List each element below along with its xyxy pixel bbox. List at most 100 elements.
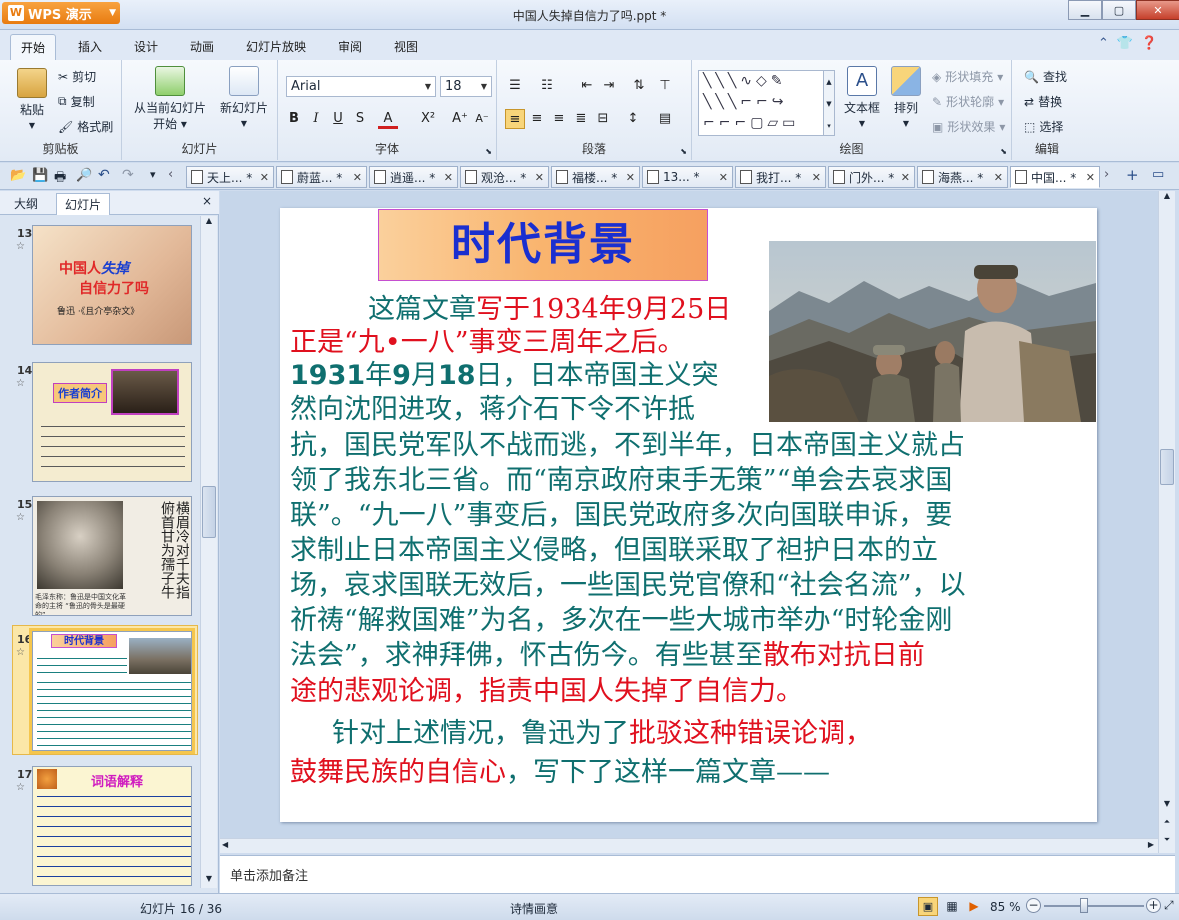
dialog-launcher-icon[interactable]: ⬊ xyxy=(1000,147,1007,156)
textbox-button[interactable]: A 文本框 ▼ xyxy=(842,66,882,132)
slide-thumbnail-selected[interactable]: 时代背景 xyxy=(29,628,195,754)
redo-icon[interactable]: ↷ xyxy=(122,167,134,183)
zoom-slider-track[interactable] xyxy=(1044,905,1144,907)
doc-tab[interactable]: 门外... * ✕ xyxy=(828,166,915,188)
font-size-select[interactable]: 18 ▼ xyxy=(440,76,492,97)
zoom-slider-thumb[interactable] xyxy=(1080,898,1088,913)
tab-view[interactable]: 视图 xyxy=(394,38,418,55)
close-tab-icon[interactable]: ✕ xyxy=(626,171,635,184)
tab-slideshow[interactable]: 幻灯片放映 xyxy=(246,38,306,55)
line-spacing-icon[interactable]: ↕ xyxy=(623,109,643,129)
scroll-up-icon[interactable]: ▲ xyxy=(201,216,217,230)
tab-list-icon[interactable]: ▭ xyxy=(1152,167,1164,182)
close-tab-icon[interactable]: ✕ xyxy=(994,171,1003,184)
shapes-gallery[interactable]: ╲╲╲∿◇✎ ╲╲╲⌐⌐↪ ⌐⌐⌐▢▱▭ xyxy=(698,70,824,136)
shrink-font-button[interactable]: A⁻ xyxy=(472,109,492,129)
customize-toolbar-icon[interactable]: ▾ xyxy=(150,168,156,181)
slide-thumbnail[interactable]: 作者简介 xyxy=(32,362,192,482)
align-text-icon[interactable]: ⊤ xyxy=(655,76,675,96)
fit-window-icon[interactable]: ⤢ xyxy=(1164,898,1174,913)
slide-sorter-icon[interactable]: ▦ xyxy=(942,897,962,916)
align-right-icon[interactable]: ≡ xyxy=(549,109,569,129)
format-painter-button[interactable]: 🖌 格式刷 xyxy=(58,118,113,135)
replace-button[interactable]: ⇄ 替换 xyxy=(1024,93,1062,110)
slide-thumbnail[interactable]: 中国人失掉 自信力了吗 鲁迅 ·《且介亭杂文》 xyxy=(32,225,192,345)
scroll-left-icon[interactable]: ◀ xyxy=(222,840,228,849)
close-tab-icon[interactable]: ✕ xyxy=(1086,171,1095,184)
doc-tab[interactable]: 13... * ✕ xyxy=(642,166,733,188)
doc-tab[interactable]: 海燕... * ✕ xyxy=(917,166,1008,188)
text-direction-icon[interactable]: ⇅ xyxy=(629,76,649,96)
increase-indent-icon[interactable]: ⇥ xyxy=(599,76,619,96)
font-color-button[interactable]: A xyxy=(378,109,398,129)
arrange-button[interactable]: 排列 ▼ xyxy=(888,66,924,132)
close-tab-icon[interactable]: ✕ xyxy=(535,171,544,184)
doc-tab[interactable]: 观沧... * ✕ xyxy=(460,166,549,188)
justify-icon[interactable]: ≣ xyxy=(571,109,591,129)
normal-view-icon[interactable]: ▣ xyxy=(918,897,938,916)
doc-tab[interactable]: 天上... * ✕ xyxy=(186,166,274,188)
collapse-ribbon-icon[interactable]: ⌃ xyxy=(1098,36,1109,51)
tab-outline[interactable]: 大纲 xyxy=(14,195,38,212)
tab-animation[interactable]: 动画 xyxy=(190,38,214,55)
notes-pane[interactable]: 单击添加备注 xyxy=(220,855,1175,893)
close-tab-icon[interactable]: ✕ xyxy=(353,171,362,184)
font-family-select[interactable]: Arial ▼ xyxy=(286,76,436,97)
doc-tab-active[interactable]: 中国... * ✕ xyxy=(1010,166,1100,188)
shape-fill-button[interactable]: ◈ 形状填充 ▾ xyxy=(932,68,1003,85)
bold-button[interactable]: B xyxy=(284,109,304,129)
play-from-current-button[interactable]: 从当前幻灯片 开始 ▾ xyxy=(128,66,212,132)
slideshow-icon[interactable]: ▶ xyxy=(964,897,984,916)
columns-icon[interactable]: ▤ xyxy=(655,109,675,129)
slide-thumbnail[interactable]: 词语解释 xyxy=(32,766,192,886)
print-preview-icon[interactable]: 🔎 xyxy=(76,168,92,183)
close-tab-icon[interactable]: ✕ xyxy=(719,171,728,184)
grow-font-button[interactable]: A⁺ xyxy=(450,109,470,129)
tab-review[interactable]: 审阅 xyxy=(338,38,362,55)
next-slide-icon[interactable]: ⏷ xyxy=(1159,835,1175,849)
scroll-right-icon[interactable]: ▶ xyxy=(1148,840,1154,849)
doc-tab[interactable]: 逍遥... * ✕ xyxy=(369,166,458,188)
shape-effect-button[interactable]: ▣ 形状效果 ▾ xyxy=(932,118,1005,135)
distribute-icon[interactable]: ⊟ xyxy=(593,109,613,129)
scroll-down-icon[interactable]: ▼ xyxy=(1159,799,1175,813)
minimize-button[interactable]: ▁ xyxy=(1068,0,1102,20)
help-icon[interactable]: ❓ xyxy=(1141,36,1157,51)
editor-horizontal-scrollbar[interactable]: ◀ ▶ xyxy=(220,838,1158,853)
align-left-icon[interactable]: ≡ xyxy=(505,109,525,129)
slide-canvas[interactable]: 时代背景 这篇文章写于1934年9月25日 正是“九•一八”事变三周年之后。 1… xyxy=(280,208,1097,822)
underline-button[interactable]: U xyxy=(328,109,348,129)
editor-vertical-scrollbar[interactable]: ▲ ▼ ⏶ ⏷ xyxy=(1158,191,1175,853)
tab-home[interactable]: 开始 xyxy=(10,34,57,61)
tab-insert[interactable]: 插入 xyxy=(78,38,102,55)
scroll-up-icon[interactable]: ▲ xyxy=(1159,191,1175,205)
print-icon[interactable]: 🖶 xyxy=(54,168,66,190)
close-tab-icon[interactable]: ✕ xyxy=(260,171,269,184)
tab-slides[interactable]: 幻灯片 xyxy=(56,193,111,215)
zoom-in-icon[interactable]: + xyxy=(1146,898,1161,913)
doc-tab[interactable]: 我打... * ✕ xyxy=(735,166,826,188)
align-center-icon[interactable]: ≡ xyxy=(527,109,547,129)
open-folder-icon[interactable]: 📂 xyxy=(10,168,26,183)
italic-button[interactable]: I xyxy=(306,109,326,129)
find-button[interactable]: 🔍 查找 xyxy=(1024,68,1067,85)
scroll-down-icon[interactable]: ▼ xyxy=(201,874,217,888)
new-tab-icon[interactable]: + xyxy=(1126,166,1139,184)
doc-tab[interactable]: 蔚蓝... * ✕ xyxy=(276,166,367,188)
paste-button[interactable]: 粘贴 ▼ xyxy=(12,68,52,134)
close-tab-icon[interactable]: ✕ xyxy=(444,171,453,184)
copy-button[interactable]: ⧉ 复制 xyxy=(58,93,95,110)
select-button[interactable]: ⬚ 选择 xyxy=(1024,118,1063,135)
zoom-out-icon[interactable]: − xyxy=(1026,898,1041,913)
scroll-tabs-right-icon[interactable]: › xyxy=(1104,167,1109,182)
shape-outline-button[interactable]: ✎ 形状轮廓 ▾ xyxy=(932,93,1004,110)
bullet-list-icon[interactable]: ☰ xyxy=(505,76,525,96)
cut-button[interactable]: ✂ 剪切 xyxy=(58,68,96,85)
close-button[interactable]: ✕ xyxy=(1136,0,1179,20)
skin-icon[interactable]: 👕 xyxy=(1117,36,1133,51)
close-tab-icon[interactable]: ✕ xyxy=(812,171,821,184)
superscript-button[interactable]: X² xyxy=(418,109,438,129)
dialog-launcher-icon[interactable]: ⬊ xyxy=(485,147,492,156)
doc-tab[interactable]: 福楼... * ✕ xyxy=(551,166,640,188)
close-pane-icon[interactable]: × xyxy=(202,194,212,208)
